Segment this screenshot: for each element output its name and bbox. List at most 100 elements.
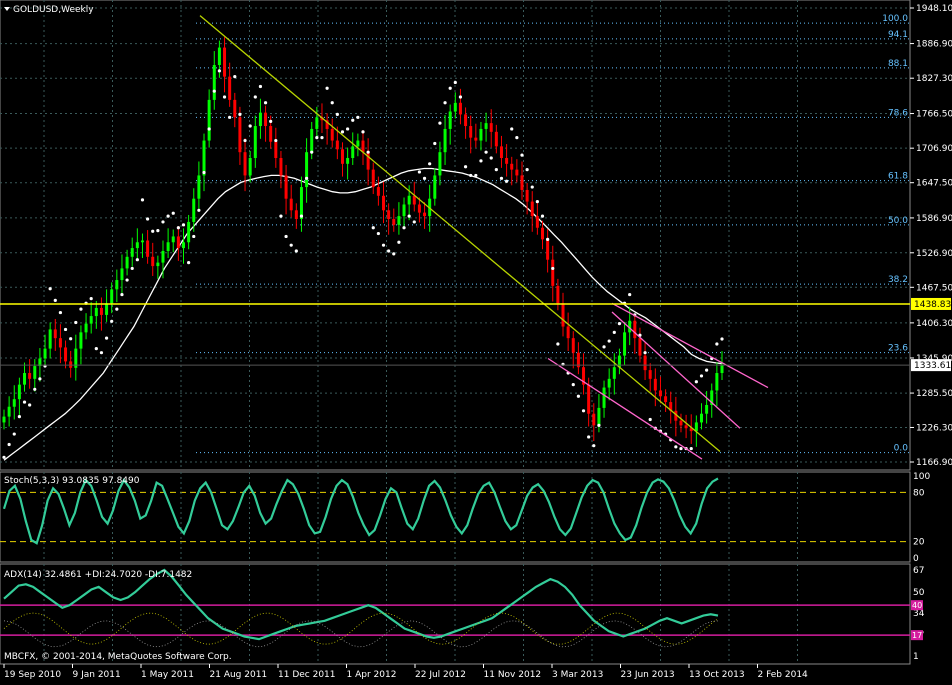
sar-dot (192, 234, 196, 239)
candle-body (79, 332, 83, 349)
time-tick-label: 23 Jun 2013 (621, 670, 675, 680)
candle-body (89, 316, 93, 324)
candle-body (33, 366, 37, 379)
candle-body (330, 128, 334, 141)
sar-dot (381, 243, 386, 247)
price-tick-label: 1467.50 (916, 283, 952, 293)
time-tick-label: 19 Sep 2010 (4, 670, 61, 680)
sar-dot (94, 347, 98, 351)
sar-dot (540, 214, 545, 218)
sar-dot (674, 445, 678, 449)
sar-dot (12, 432, 16, 436)
adx-axis-label: 67 (913, 566, 924, 576)
sar-dot (351, 118, 355, 122)
sar-dot (407, 214, 411, 218)
candle-body (556, 285, 560, 304)
sar-dot (253, 95, 257, 99)
current-price-badge-label: 1333.61 (914, 361, 951, 371)
candle-body (623, 332, 627, 356)
sar-dot (238, 112, 242, 117)
candle-body (64, 347, 68, 362)
sar-dot (17, 415, 21, 419)
sar-dot (489, 156, 493, 160)
adx-level-badge-label: 17 (912, 631, 922, 640)
candle-body (315, 117, 319, 129)
price-tick-label: 1166.90 (916, 458, 952, 468)
sar-dot (412, 220, 416, 224)
price-tick-label: 1706.90 (916, 144, 952, 154)
candle-body (479, 128, 483, 141)
candle-body (238, 117, 242, 153)
sar-dot (581, 409, 586, 413)
stoch-axis-label: 0 (913, 554, 919, 564)
main-price-panel[interactable]: 100.0 94.1 88.1 78.6 61.8 50.0 38.2 23.6 0.0 GOL… (0, 0, 911, 471)
adx-panel[interactable]: ADX(14) 32.4861 +DI:24.7020 -DI:7.1482 M… (0, 563, 911, 665)
candle-body (356, 140, 360, 147)
candle-body (258, 112, 262, 127)
sar-dot (576, 394, 581, 398)
fib-level-label: 23.6 (888, 344, 908, 354)
sar-dot (197, 208, 201, 212)
sar-dot (243, 138, 247, 143)
sar-dot (494, 168, 498, 172)
candle-body (217, 47, 221, 66)
fib-level-label: 88.1 (888, 59, 908, 69)
sar-dot (587, 435, 591, 439)
fib-level-label: 38.2 (888, 275, 908, 285)
sar-dot (135, 258, 139, 262)
candle-body (438, 152, 442, 176)
price-tick-label: 1586.90 (916, 214, 952, 224)
sar-dot (115, 307, 119, 311)
candle-body (17, 384, 21, 400)
candle-body (223, 47, 227, 77)
adx-axis-label: 1 (913, 652, 919, 662)
candle-body (284, 175, 288, 199)
sar-dot (289, 243, 293, 247)
candle-body (679, 420, 683, 426)
price-tick-label: 1827.30 (916, 74, 952, 84)
candle-body (720, 365, 724, 374)
sar-dot (79, 307, 83, 311)
candle-body (289, 198, 293, 211)
candle-body (84, 323, 88, 333)
candle-body (228, 76, 232, 100)
candle-body (520, 175, 524, 190)
stochastic-panel[interactable]: Stoch(5,3,3) 93.0835 97.8490 (0, 471, 911, 563)
candle-body (48, 329, 52, 349)
fib-level-label: 50.0 (888, 216, 908, 226)
candle-body (202, 140, 206, 176)
stoch-label: Stoch(5,3,3) 93.0835 97.8490 (4, 476, 140, 486)
sar-dot (110, 319, 114, 323)
candle-body (299, 187, 303, 220)
chart-title: GOLDUSD,Weekly (13, 5, 94, 15)
time-axis: 19 Sep 2010 9 Jan 2011 1 May 2011 21 Aug 20… (3, 664, 808, 680)
sar-dot (104, 336, 109, 340)
mt4-chart-window[interactable]: 100.0 94.1 88.1 78.6 61.8 50.0 38.2 23.6 0.0 GOL… (0, 0, 952, 682)
price-tick-label: 1766.50 (916, 110, 952, 120)
time-tick-label: 13 Oct 2013 (689, 670, 745, 680)
sar-dot (551, 266, 555, 271)
sar-dot (269, 119, 273, 123)
time-tick-label: 1 Apr 2012 (347, 670, 397, 680)
sar-dot (171, 211, 175, 215)
candle-body (510, 163, 514, 170)
time-tick-label: 22 Jul 2012 (415, 670, 466, 680)
candle-body (269, 126, 273, 142)
resistance-price-badge-label: 1438.83 (914, 300, 951, 310)
candle-body (69, 361, 73, 368)
candle-body (387, 210, 391, 220)
sar-dot (222, 95, 227, 99)
sar-dot (161, 220, 165, 224)
sar-dot (463, 165, 468, 169)
sar-dot (212, 89, 216, 93)
sar-dot (443, 101, 447, 105)
fib-level-label: 61.8 (888, 172, 908, 182)
candle-body (535, 216, 539, 228)
price-tick-label: 1948.10 (916, 4, 952, 14)
sar-dot (48, 287, 52, 291)
sar-dot (515, 136, 519, 140)
sar-dot (89, 297, 93, 301)
sar-dot (689, 446, 693, 451)
sar-dot (176, 226, 180, 230)
sar-dot (361, 130, 365, 134)
